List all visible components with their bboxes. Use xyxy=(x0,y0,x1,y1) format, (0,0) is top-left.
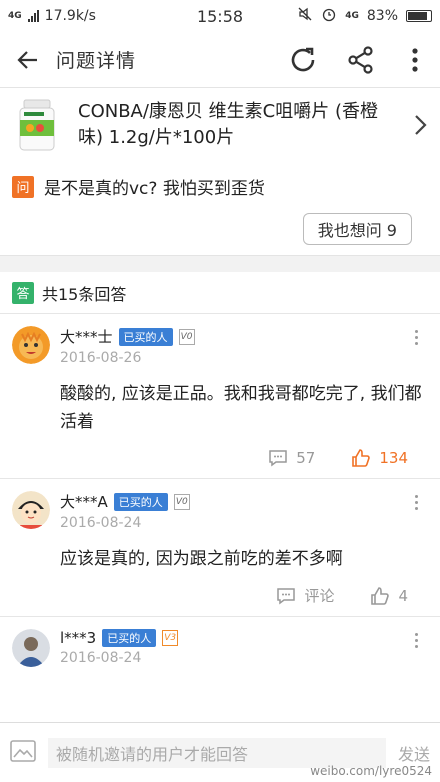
image-picker-icon[interactable] xyxy=(10,739,36,766)
thumbs-up-icon xyxy=(371,586,390,605)
comment-button[interactable]: 57 xyxy=(268,449,315,467)
watermark: weibo.com/lyre0524 xyxy=(310,764,432,778)
status-right: 4G 83% xyxy=(297,6,432,26)
answer-date: 2016-08-24 xyxy=(60,650,142,666)
level-badge: V0 xyxy=(178,328,195,345)
send-button[interactable]: 发送 xyxy=(398,741,430,765)
question-badge: 问 xyxy=(12,175,34,198)
answer-content: 应该是真的, 因为跟之前吃的差不多啊 xyxy=(60,549,343,569)
username: l***3 xyxy=(60,629,97,647)
answer-item: 大***A 已买的人 V0 2016-08-24 应该是真的, 因为跟之前吃的差… xyxy=(0,479,440,617)
product-card[interactable]: CONBA/康恩贝 维生素C咀嚼片 (香橙味) 1.2g/片*100片 xyxy=(0,88,440,162)
avatar[interactable] xyxy=(12,629,50,667)
answer-content: 酸酸的, 应该是正品。我和我哥都吃完了, 我们都活着 xyxy=(60,384,422,432)
answer-more-button[interactable] xyxy=(404,491,428,510)
battery-icon xyxy=(406,10,432,22)
answer-more-button[interactable] xyxy=(404,326,428,345)
product-image xyxy=(12,98,62,152)
answer-input-bar: 被随机邀请的用户才能回答 发送 weibo.com/lyre0524 xyxy=(0,722,440,782)
answer-header: 大***A 已买的人 V0 2016-08-24 xyxy=(12,491,428,531)
level-badge: V3 xyxy=(162,630,179,646)
comment-count: 57 xyxy=(296,449,316,467)
comment-label: 评论 xyxy=(304,587,335,605)
answer-input[interactable]: 被随机邀请的用户才能回答 xyxy=(48,737,386,768)
bought-badge: 已买的人 xyxy=(113,492,168,511)
user-line: l***3 已买的人 V3 xyxy=(60,629,404,647)
answer-meta: 大***士 已买的人 V0 2016-08-26 xyxy=(60,326,404,366)
network-type-right: 4G xyxy=(345,11,359,21)
network-speed: 17.9k/s xyxy=(44,8,96,24)
thumbs-up-icon xyxy=(352,449,371,467)
chevron-right-icon xyxy=(398,114,428,136)
question-row: 问 是不是真的vc? 我怕买到歪货 xyxy=(12,174,428,199)
answer-badge: 答 xyxy=(12,281,34,304)
answer-actions: 评论 4 xyxy=(12,585,428,606)
more-menu-button[interactable] xyxy=(390,32,440,88)
answer-meta: l***3 已买的人 V3 2016-08-24 xyxy=(60,629,404,666)
avatar[interactable] xyxy=(12,326,50,364)
refresh-icon xyxy=(291,47,315,71)
refresh-button[interactable] xyxy=(274,32,332,88)
username: 大***A xyxy=(60,493,108,511)
question-card: 问 是不是真的vc? 我怕买到歪货 我也想问 9 xyxy=(0,162,440,256)
user-line: 大***A 已买的人 V0 xyxy=(60,491,404,512)
share-button[interactable] xyxy=(332,32,390,88)
status-bar: 4G 17.9k/s 15:58 4G 83% xyxy=(0,0,440,32)
username: 大***士 xyxy=(60,328,113,346)
avatar[interactable] xyxy=(12,491,50,529)
answer-date: 2016-08-24 xyxy=(60,515,142,531)
answer-item: 大***士 已买的人 V0 2016-08-26 酸酸的, 应该是正品。我和我哥… xyxy=(0,314,440,479)
answer-header: 大***士 已买的人 V0 2016-08-26 xyxy=(12,326,428,366)
like-count: 134 xyxy=(379,449,408,467)
product-name: CONBA/康恩贝 维生素C咀嚼片 (香橙味) 1.2g/片*100片 xyxy=(78,101,378,148)
like-count: 4 xyxy=(398,586,408,605)
bought-badge: 已买的人 xyxy=(118,327,173,346)
comment-button[interactable]: 评论 xyxy=(276,585,334,606)
status-left: 4G 17.9k/s xyxy=(8,8,96,24)
share-icon xyxy=(348,45,373,74)
bought-badge: 已买的人 xyxy=(102,629,157,647)
battery-percent: 83% xyxy=(366,8,398,24)
signal-icon xyxy=(27,10,39,22)
back-button[interactable] xyxy=(0,32,56,88)
alarm-icon xyxy=(321,6,337,26)
answer-item: l***3 已买的人 V3 2016-08-24 xyxy=(0,617,440,737)
like-button[interactable]: 134 xyxy=(351,448,408,468)
question-text: 是不是真的vc? 我怕买到歪货 xyxy=(44,179,265,199)
more-vertical-icon xyxy=(412,47,418,72)
answers-count: 共15条回答 xyxy=(42,284,127,304)
ask-row: 我也想问 9 xyxy=(12,213,412,245)
answer-header: l***3 已买的人 V3 2016-08-24 xyxy=(12,629,428,667)
answer-actions: 57 134 xyxy=(12,448,428,468)
comment-icon xyxy=(269,450,288,467)
network-type: 4G xyxy=(8,11,22,21)
like-button[interactable]: 4 xyxy=(370,586,408,606)
mute-icon xyxy=(297,6,313,26)
comment-icon xyxy=(277,587,296,604)
answers-header: 答 共15条回答 xyxy=(0,272,440,314)
user-line: 大***士 已买的人 V0 xyxy=(60,326,404,347)
page-title: 问题详情 xyxy=(56,50,137,72)
answer-date: 2016-08-26 xyxy=(60,350,142,366)
me-too-ask-button[interactable]: 我也想问 9 xyxy=(302,213,412,245)
app-header: 问题详情 xyxy=(0,32,440,88)
answer-more-button[interactable] xyxy=(404,629,428,648)
status-time: 15:58 xyxy=(196,6,244,26)
level-badge: V0 xyxy=(173,493,190,510)
back-arrow-icon xyxy=(17,50,37,69)
answer-meta: 大***A 已买的人 V0 2016-08-24 xyxy=(60,491,404,531)
